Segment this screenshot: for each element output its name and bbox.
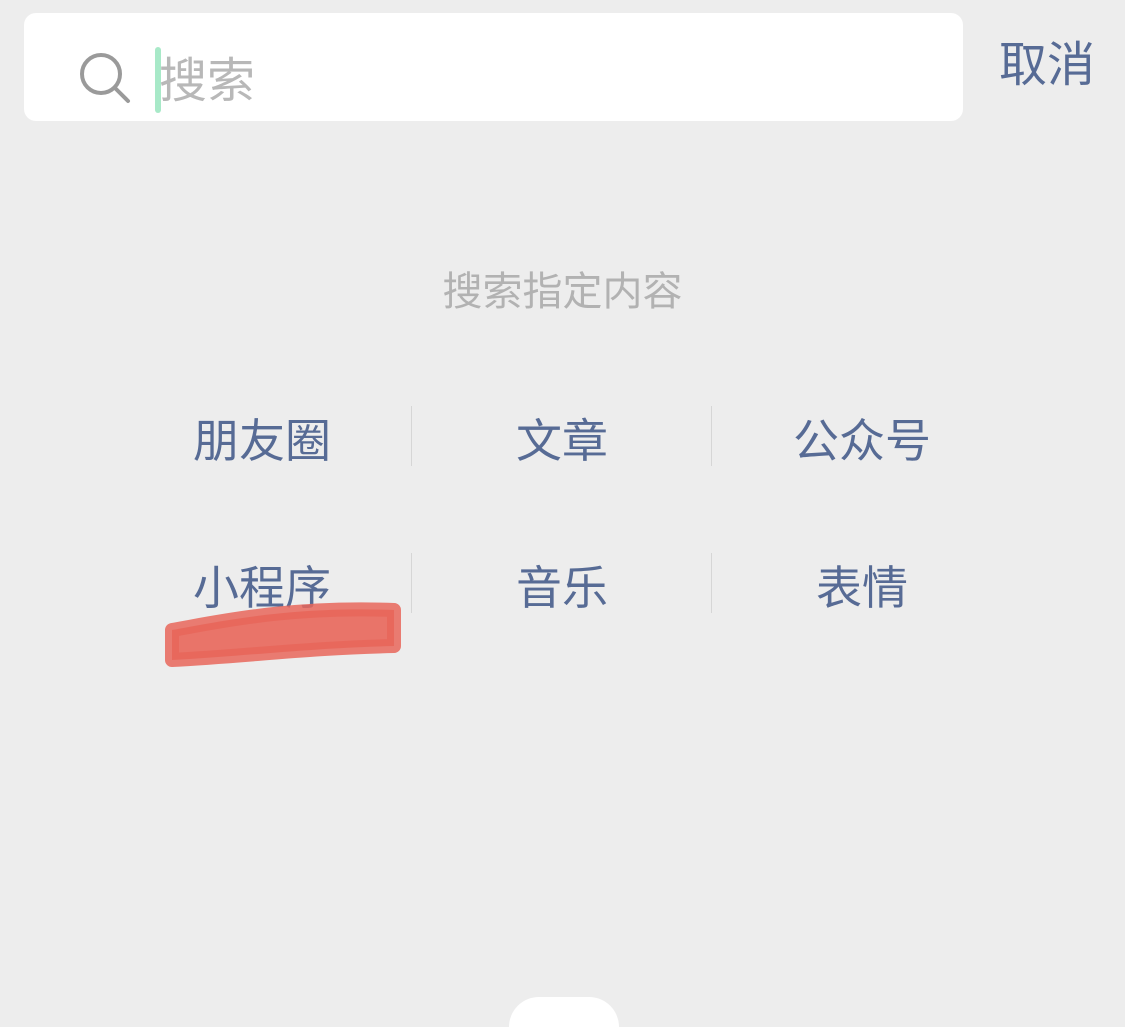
category-label: 朋友圈 xyxy=(193,414,331,468)
cancel-button[interactable]: 取消 xyxy=(990,30,1104,100)
category-label: 文章 xyxy=(516,414,608,468)
category-label: 表情 xyxy=(816,561,908,615)
category-stickers[interactable]: 表情 xyxy=(712,543,1012,627)
category-row: 朋友圈 文章 公众号 xyxy=(112,396,1012,480)
red-highlight-scribble xyxy=(158,596,406,680)
search-icon xyxy=(78,51,132,105)
category-label: 公众号 xyxy=(793,414,931,468)
category-moments[interactable]: 朋友圈 xyxy=(112,396,412,480)
section-title: 搜索指定内容 xyxy=(442,269,683,315)
category-label: 音乐 xyxy=(516,561,608,615)
category-music[interactable]: 音乐 xyxy=(412,543,712,627)
category-articles[interactable]: 文章 xyxy=(412,396,712,480)
category-official-accounts[interactable]: 公众号 xyxy=(712,396,1012,480)
bottom-bar-bump xyxy=(509,997,619,1027)
search-input[interactable] xyxy=(159,39,939,123)
search-bar[interactable] xyxy=(24,13,963,123)
